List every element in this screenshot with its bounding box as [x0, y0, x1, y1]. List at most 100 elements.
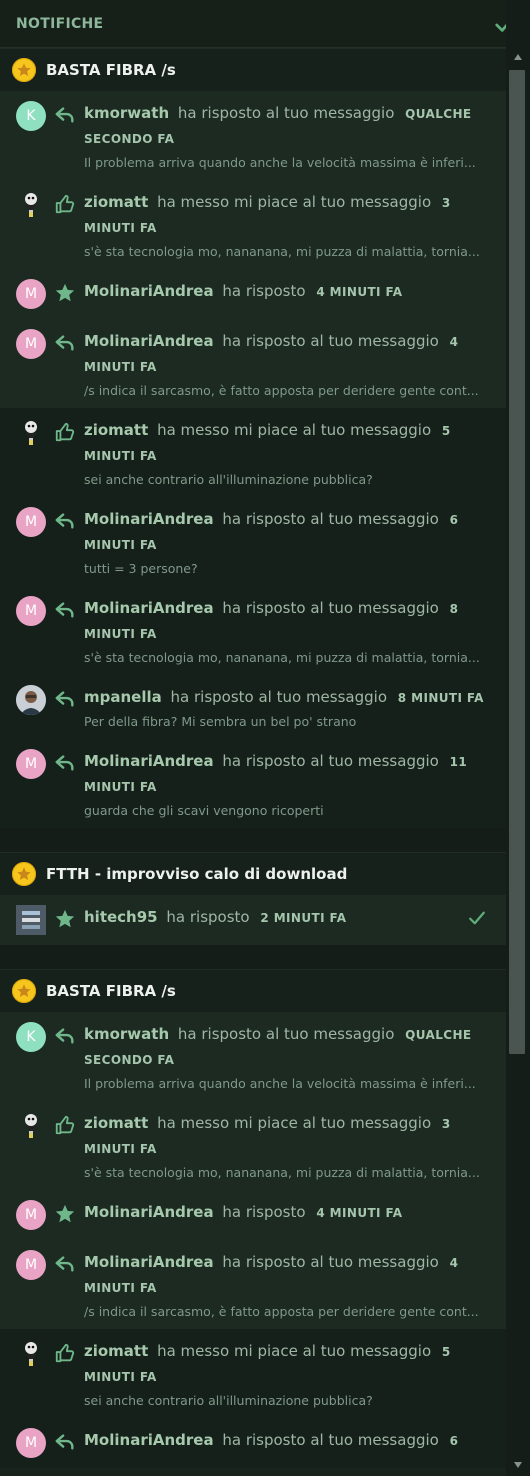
notifications-header: NOTIFICHE: [0, 0, 506, 48]
user-name[interactable]: MolinariAndrea: [84, 1431, 214, 1449]
notification-body: kmorwath ha risposto al tuo messaggio QU…: [84, 101, 488, 170]
notification-item[interactable]: ziomatt ha messo mi piace al tuo messagg…: [0, 180, 506, 269]
notification-line: hitech95 ha risposto 2 MINUTI FA: [84, 905, 488, 930]
notification-item[interactable]: M MolinariAndrea ha risposto 4 MINUTI FA: [0, 269, 506, 319]
notification-excerpt: sei anche contrario all'illuminazione pu…: [84, 1393, 373, 1408]
avatar: M: [16, 596, 46, 626]
notification-time: 6: [449, 1434, 459, 1448]
notification-item[interactable]: M MolinariAndrea ha risposto al tuo mess…: [0, 319, 506, 408]
notification-text: ha risposto al tuo messaggio: [222, 752, 439, 770]
thumbs-up-icon: [54, 1114, 76, 1136]
notification-item[interactable]: mpanella ha risposto al tuo messaggio 8 …: [0, 675, 506, 739]
thumbs-up-icon: [54, 193, 76, 215]
avatar: M: [16, 329, 46, 359]
notification-text: ha risposto al tuo messaggio: [222, 510, 439, 528]
user-name[interactable]: hitech95: [84, 908, 158, 926]
user-name[interactable]: ziomatt: [84, 421, 148, 439]
notification-body: kmorwath ha risposto al tuo messaggio QU…: [84, 1022, 488, 1091]
user-name[interactable]: ziomatt: [84, 1114, 148, 1132]
notification-item[interactable]: M MolinariAndrea ha risposto al tuo mess…: [0, 586, 506, 675]
notification-item[interactable]: M MolinariAndrea ha risposto al tuo mess…: [0, 1418, 506, 1468]
thread-header[interactable]: FTTH - improvviso calo di download: [0, 852, 506, 895]
reply-arrow-icon: [54, 688, 76, 710]
star-icon: [54, 1203, 76, 1225]
mark-read-check-icon[interactable]: [468, 909, 486, 927]
notification-excerpt: s'è sta tecnologia mo, nananana, mi puzz…: [84, 1165, 480, 1180]
avatar: M: [16, 749, 46, 779]
notification-item[interactable]: ziomatt ha messo mi piace al tuo messagg…: [0, 408, 506, 497]
notification-excerpt: Per della fibra? Mi sembra un bel po' st…: [84, 714, 357, 729]
notification-body: MolinariAndrea ha risposto 4 MINUTI FA: [84, 279, 488, 309]
notification-excerpt: Il problema arriva quando anche la veloc…: [84, 1076, 476, 1091]
user-name[interactable]: MolinariAndrea: [84, 752, 214, 770]
star-icon: [54, 908, 76, 930]
notification-line: ziomatt ha messo mi piace al tuo messagg…: [84, 190, 488, 240]
notification-item[interactable]: ziomatt ha messo mi piace al tuo messagg…: [0, 1101, 506, 1190]
user-name[interactable]: ziomatt: [84, 193, 148, 211]
notification-line: MolinariAndrea ha risposto al tuo messag…: [84, 596, 488, 646]
notification-text: ha messo mi piace al tuo messaggio: [157, 193, 432, 211]
scrollbar[interactable]: [506, 48, 530, 1476]
thread-title[interactable]: BASTA FIBRA /s: [46, 982, 176, 1000]
notification-excerpt: Il problema arriva quando anche la veloc…: [84, 155, 476, 170]
thread-title[interactable]: BASTA FIBRA /s: [46, 61, 176, 79]
user-name[interactable]: kmorwath: [84, 1025, 169, 1043]
notification-item[interactable]: ziomatt ha messo mi piace al tuo messagg…: [0, 1329, 506, 1418]
thread-title[interactable]: FTTH - improvviso calo di download: [46, 865, 347, 883]
notification-line: MolinariAndrea ha risposto al tuo messag…: [84, 749, 488, 799]
scroll-up-arrow-icon[interactable]: [514, 54, 522, 60]
avatar: K: [16, 101, 46, 131]
thumbs-up-icon: [54, 421, 76, 443]
notification-item[interactable]: M MolinariAndrea ha risposto 4 MINUTI FA: [0, 1190, 506, 1240]
notification-excerpt: /s indica il sarcasmo, è fatto apposta p…: [84, 1304, 479, 1319]
user-name[interactable]: mpanella: [84, 688, 162, 706]
notification-text: ha risposto al tuo messaggio: [222, 332, 439, 350]
notification-item[interactable]: M MolinariAndrea ha risposto al tuo mess…: [0, 497, 506, 586]
notification-text: ha messo mi piace al tuo messaggio: [157, 1342, 432, 1360]
avatar: [16, 418, 46, 448]
user-name[interactable]: MolinariAndrea: [84, 1203, 214, 1221]
notifications-panel: NOTIFICHE BASTA FIBRA /s K kmorwath ha r…: [0, 0, 506, 1476]
notification-item[interactable]: M MolinariAndrea ha risposto al tuo mess…: [0, 1240, 506, 1329]
notification-line: kmorwath ha risposto al tuo messaggio QU…: [84, 101, 488, 151]
notification-text: ha risposto: [222, 282, 306, 300]
notification-body: MolinariAndrea ha risposto al tuo messag…: [84, 1428, 488, 1458]
mark-all-read-check-icon[interactable]: [494, 13, 506, 35]
notification-excerpt: s'è sta tecnologia mo, nananana, mi puzz…: [84, 244, 480, 259]
avatar: M: [16, 1200, 46, 1230]
notification-line: MolinariAndrea ha risposto al tuo messag…: [84, 1250, 488, 1300]
notification-excerpt: /s indica il sarcasmo, è fatto apposta p…: [84, 383, 479, 398]
thread-header[interactable]: BASTA FIBRA /s: [0, 48, 506, 91]
user-name[interactable]: MolinariAndrea: [84, 510, 214, 528]
notification-item[interactable]: hitech95 ha risposto 2 MINUTI FA: [0, 895, 506, 945]
notification-body: mpanella ha risposto al tuo messaggio 8 …: [84, 685, 488, 729]
scroll-down-arrow-icon[interactable]: [514, 1462, 522, 1468]
notification-body: MolinariAndrea ha risposto al tuo messag…: [84, 596, 488, 665]
user-name[interactable]: MolinariAndrea: [84, 1253, 214, 1271]
notification-line: MolinariAndrea ha risposto al tuo messag…: [84, 329, 488, 379]
notification-item[interactable]: M MolinariAndrea ha risposto al tuo mess…: [0, 739, 506, 828]
scrollbar-thumb[interactable]: [509, 70, 525, 1054]
user-name[interactable]: MolinariAndrea: [84, 282, 214, 300]
notification-excerpt: s'è sta tecnologia mo, nananana, mi puzz…: [84, 650, 480, 665]
notification-text: ha risposto al tuo messaggio: [222, 599, 439, 617]
notification-line: ziomatt ha messo mi piace al tuo messagg…: [84, 1339, 488, 1389]
thread-header[interactable]: BASTA FIBRA /s: [0, 969, 506, 1012]
group-spacer: [0, 945, 506, 969]
user-name[interactable]: kmorwath: [84, 104, 169, 122]
reply-arrow-icon: [54, 510, 76, 532]
notification-time: 2 MINUTI FA: [260, 911, 347, 925]
user-name[interactable]: ziomatt: [84, 1342, 148, 1360]
notification-text: ha risposto: [166, 908, 250, 926]
thumbs-up-icon: [54, 1342, 76, 1364]
notification-line: kmorwath ha risposto al tuo messaggio QU…: [84, 1022, 488, 1072]
notification-body: MolinariAndrea ha risposto al tuo messag…: [84, 1250, 488, 1319]
notification-line: MolinariAndrea ha risposto 4 MINUTI FA: [84, 279, 488, 304]
notification-line: MolinariAndrea ha risposto al tuo messag…: [84, 507, 488, 557]
notification-item[interactable]: K kmorwath ha risposto al tuo messaggio …: [0, 1012, 506, 1101]
notification-item[interactable]: K kmorwath ha risposto al tuo messaggio …: [0, 91, 506, 180]
user-name[interactable]: MolinariAndrea: [84, 599, 214, 617]
avatar: M: [16, 279, 46, 309]
user-name[interactable]: MolinariAndrea: [84, 332, 214, 350]
notification-body: ziomatt ha messo mi piace al tuo messagg…: [84, 418, 488, 487]
